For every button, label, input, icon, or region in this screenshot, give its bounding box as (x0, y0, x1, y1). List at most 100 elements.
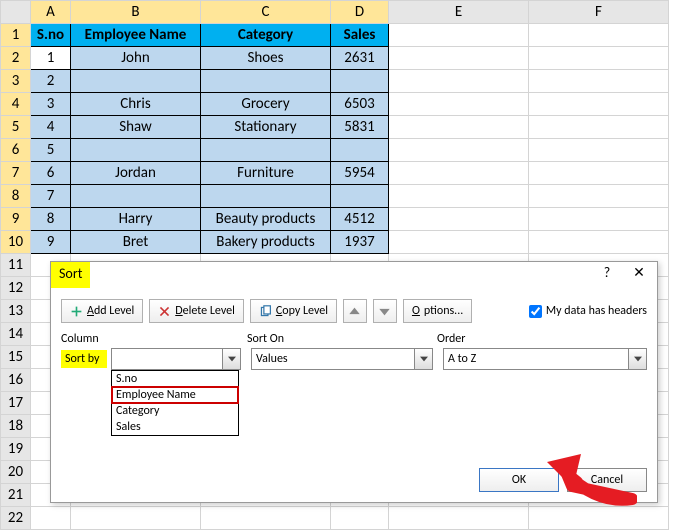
col-header-E[interactable]: E (389, 1, 529, 24)
cell[interactable] (389, 185, 529, 208)
cell[interactable]: Bakery products (201, 231, 331, 254)
cell[interactable]: Sales (331, 24, 389, 47)
chevron-down-icon[interactable] (628, 349, 646, 369)
cell[interactable] (331, 507, 389, 530)
row-header[interactable]: 22 (1, 507, 31, 530)
cell[interactable] (389, 507, 529, 530)
cell[interactable]: Grocery (201, 93, 331, 116)
sort-order-combo[interactable]: A to Z (443, 348, 647, 370)
cell[interactable]: Shoes (201, 47, 331, 70)
cell[interactable] (389, 47, 529, 70)
row-header[interactable]: 11 (1, 254, 31, 277)
cell[interactable] (331, 70, 389, 93)
cell[interactable] (331, 185, 389, 208)
col-header-D[interactable]: D (331, 1, 389, 24)
cell[interactable]: 4 (31, 116, 71, 139)
row-header[interactable]: 21 (1, 484, 31, 507)
cell[interactable]: 5831 (331, 116, 389, 139)
dropdown-option[interactable]: Sales (112, 419, 238, 435)
chevron-down-icon[interactable] (222, 349, 240, 369)
cell[interactable] (71, 185, 201, 208)
cell[interactable]: 6503 (331, 93, 389, 116)
cell[interactable] (529, 116, 669, 139)
cell[interactable] (529, 185, 669, 208)
move-up-button[interactable] (343, 299, 367, 323)
headers-checkbox[interactable] (529, 305, 542, 318)
row-header[interactable]: 5 (1, 116, 31, 139)
row-header[interactable]: 1 (1, 24, 31, 47)
row-header[interactable]: 13 (1, 300, 31, 323)
cell[interactable] (529, 162, 669, 185)
row-header[interactable]: 2 (1, 47, 31, 70)
chevron-down-icon[interactable] (414, 349, 432, 369)
cell[interactable]: 4512 (331, 208, 389, 231)
cell[interactable]: S.no (31, 24, 71, 47)
cell[interactable] (529, 70, 669, 93)
cell[interactable] (389, 231, 529, 254)
row-header[interactable]: 18 (1, 415, 31, 438)
row-header[interactable]: 4 (1, 93, 31, 116)
cell[interactable] (389, 162, 529, 185)
copy-level-button[interactable]: Copy Level (250, 299, 337, 323)
cell[interactable]: Jordan (71, 162, 201, 185)
cell[interactable] (529, 47, 669, 70)
cell[interactable]: 3 (31, 93, 71, 116)
cell[interactable]: Bret (71, 231, 201, 254)
row-header[interactable]: 7 (1, 162, 31, 185)
row-header[interactable]: 16 (1, 369, 31, 392)
dropdown-option[interactable]: Category (112, 403, 238, 419)
row-header[interactable]: 9 (1, 208, 31, 231)
cell[interactable] (529, 139, 669, 162)
row-header[interactable]: 14 (1, 323, 31, 346)
row-header[interactable]: 8 (1, 185, 31, 208)
cell[interactable] (529, 231, 669, 254)
cell[interactable] (389, 139, 529, 162)
cell[interactable] (389, 116, 529, 139)
cell[interactable] (331, 139, 389, 162)
dropdown-option[interactable]: Employee Name (111, 386, 239, 404)
select-all-corner[interactable] (1, 1, 31, 24)
cell[interactable]: 7 (31, 185, 71, 208)
cell[interactable] (71, 70, 201, 93)
close-button[interactable]: ✕ (627, 264, 651, 286)
cell[interactable]: Employee Name (71, 24, 201, 47)
cell[interactable]: Chris (71, 93, 201, 116)
cell[interactable] (389, 24, 529, 47)
delete-level-button[interactable]: Delete Level (149, 299, 244, 323)
row-header[interactable]: 10 (1, 231, 31, 254)
cell[interactable]: 1937 (331, 231, 389, 254)
row-header[interactable]: 17 (1, 392, 31, 415)
sort-column-dropdown[interactable]: S.no Employee Name Category Sales (111, 370, 239, 436)
cell[interactable] (389, 93, 529, 116)
cell[interactable] (31, 507, 71, 530)
cell[interactable]: Beauty products (201, 208, 331, 231)
col-header-A[interactable]: A (31, 1, 71, 24)
row-header[interactable]: 20 (1, 461, 31, 484)
cell[interactable]: Harry (71, 208, 201, 231)
dropdown-option[interactable]: S.no (112, 371, 238, 387)
options-button[interactable]: Options... (403, 299, 472, 323)
cell[interactable]: 1 (31, 47, 71, 70)
cell[interactable] (389, 70, 529, 93)
cell[interactable]: 2 (31, 70, 71, 93)
row-header[interactable]: 6 (1, 139, 31, 162)
row-header[interactable]: 19 (1, 438, 31, 461)
col-header-F[interactable]: F (529, 1, 669, 24)
cell[interactable] (389, 208, 529, 231)
row-header[interactable]: 15 (1, 346, 31, 369)
cell[interactable]: Shaw (71, 116, 201, 139)
cell[interactable] (201, 185, 331, 208)
col-header-C[interactable]: C (201, 1, 331, 24)
cell[interactable] (201, 507, 331, 530)
sort-on-combo[interactable]: Values (251, 348, 433, 370)
cell[interactable]: 5 (31, 139, 71, 162)
cancel-button[interactable]: Cancel (567, 468, 647, 492)
cell[interactable]: John (71, 47, 201, 70)
row-header[interactable]: 12 (1, 277, 31, 300)
cell[interactable] (71, 139, 201, 162)
cell[interactable]: 6 (31, 162, 71, 185)
cell[interactable] (529, 507, 669, 530)
cell[interactable] (71, 507, 201, 530)
add-level-button[interactable]: AAdd Leveldd Level (61, 299, 143, 323)
cell[interactable]: 8 (31, 208, 71, 231)
